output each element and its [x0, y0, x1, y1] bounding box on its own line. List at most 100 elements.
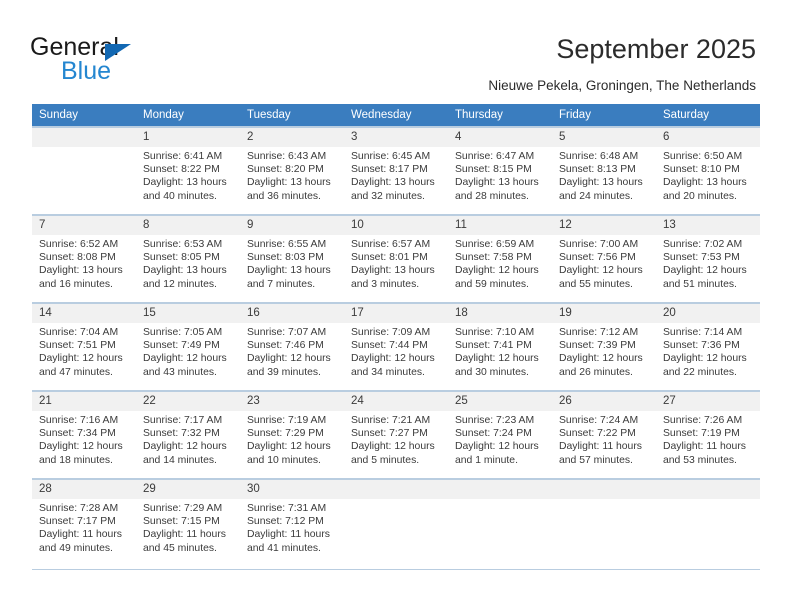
- day-cell-inner: 4 Sunrise: 6:47 AM Sunset: 8:15 PM Daylight…: [448, 127, 552, 214]
- day-cell-inner: 14 Sunrise: 7:04 AM Sunset: 7:51 PM Dayligh…: [32, 303, 136, 390]
- sunset-text: Sunset: 7:22 PM: [559, 428, 636, 440]
- weekday-header-saturday: Saturday: [656, 104, 760, 127]
- day-details: Sunrise: 6:45 AM Sunset: 8:17 PM Daylight:…: [344, 147, 448, 203]
- day-number: 30: [240, 480, 344, 499]
- day-cell-inner: 28 Sunrise: 7:28 AM Sunset: 7:17 PM Dayligh…: [32, 479, 136, 566]
- calendar-day-cell[interactable]: 14 Sunrise: 7:04 AM Sunset: 7:51 PM Dayligh…: [32, 302, 136, 391]
- calendar-day-cell[interactable]: 25 Sunrise: 7:23 AM Sunset: 7:24 PM Dayligh…: [448, 390, 552, 479]
- sunset-text: Sunset: 8:03 PM: [247, 252, 324, 264]
- day-cell-inner: 17 Sunrise: 7:09 AM Sunset: 7:44 PM Dayligh…: [344, 303, 448, 390]
- sunset-text: Sunset: 7:19 PM: [663, 428, 740, 440]
- page-subtitle: Nieuwe Pekela, Groningen, The Netherland…: [488, 78, 756, 93]
- calendar-day-cell[interactable]: 27 Sunrise: 7:26 AM Sunset: 7:19 PM Dayligh…: [656, 390, 760, 479]
- page-title: September 2025: [556, 34, 756, 64]
- sunrise-text: Sunrise: 7:24 AM: [559, 415, 639, 426]
- calendar-day-cell[interactable]: 9 Sunrise: 6:55 AM Sunset: 8:03 PM Daylight…: [240, 214, 344, 303]
- general-blue-logo[interactable]: General Blue: [30, 34, 220, 86]
- calendar-day-cell[interactable]: 28 Sunrise: 7:28 AM Sunset: 7:17 PM Dayligh…: [32, 478, 136, 566]
- calendar-day-cell[interactable]: 30 Sunrise: 7:31 AM Sunset: 7:12 PM Dayligh…: [240, 478, 344, 566]
- calendar-day-cell[interactable]: 19 Sunrise: 7:12 AM Sunset: 7:39 PM Dayligh…: [552, 302, 656, 391]
- day-details: Sunrise: 6:43 AM Sunset: 8:20 PM Daylight:…: [240, 147, 344, 203]
- sunrise-text: Sunrise: 7:09 AM: [351, 327, 431, 338]
- day-details: Sunrise: 7:09 AM Sunset: 7:44 PM Daylight:…: [344, 323, 448, 379]
- calendar-body: 1 Sunrise: 6:41 AM Sunset: 8:22 PM Daylight…: [32, 126, 760, 566]
- calendar-week-row: 7 Sunrise: 6:52 AM Sunset: 8:08 PM Daylight…: [32, 214, 760, 303]
- sunset-text: Sunset: 7:56 PM: [559, 252, 636, 264]
- sunrise-text: Sunrise: 7:00 AM: [559, 239, 639, 250]
- calendar-day-cell[interactable]: 1 Sunrise: 6:41 AM Sunset: 8:22 PM Daylight…: [136, 126, 240, 215]
- sunrise-text: Sunrise: 6:45 AM: [351, 151, 431, 162]
- day-cell-inner: 18 Sunrise: 7:10 AM Sunset: 7:41 PM Dayligh…: [448, 303, 552, 390]
- day-details: Sunrise: 7:16 AM Sunset: 7:34 PM Daylight:…: [32, 411, 136, 467]
- day-cell-inner: [552, 479, 656, 566]
- calendar-day-cell[interactable]: 15 Sunrise: 7:05 AM Sunset: 7:49 PM Dayligh…: [136, 302, 240, 391]
- calendar-day-cell[interactable]: 13 Sunrise: 7:02 AM Sunset: 7:53 PM Dayligh…: [656, 214, 760, 303]
- sunrise-text: Sunrise: 7:14 AM: [663, 327, 743, 338]
- day-details: Sunrise: 7:24 AM Sunset: 7:22 PM Daylight:…: [552, 411, 656, 467]
- sunset-text: Sunset: 8:10 PM: [663, 164, 740, 176]
- day-cell-inner: 9 Sunrise: 6:55 AM Sunset: 8:03 PM Daylight…: [240, 215, 344, 302]
- day-number: 20: [656, 304, 760, 323]
- calendar-day-cell[interactable]: 29 Sunrise: 7:29 AM Sunset: 7:15 PM Dayligh…: [136, 478, 240, 566]
- daylight-text: Daylight: 13 hours and 24 minutes.: [559, 177, 643, 202]
- calendar-day-cell[interactable]: 6 Sunrise: 6:50 AM Sunset: 8:10 PM Daylight…: [656, 126, 760, 215]
- day-number: 13: [656, 216, 760, 235]
- calendar-day-cell[interactable]: 5 Sunrise: 6:48 AM Sunset: 8:13 PM Daylight…: [552, 126, 656, 215]
- sunrise-sunset-calendar: Sunday Monday Tuesday Wednesday Thursday…: [32, 104, 760, 566]
- calendar-day-cell[interactable]: 16 Sunrise: 7:07 AM Sunset: 7:46 PM Dayligh…: [240, 302, 344, 391]
- daylight-text: Daylight: 13 hours and 36 minutes.: [247, 177, 331, 202]
- sunrise-text: Sunrise: 7:16 AM: [39, 415, 119, 426]
- day-details: Sunrise: 6:48 AM Sunset: 8:13 PM Daylight:…: [552, 147, 656, 203]
- day-details: Sunrise: 6:57 AM Sunset: 8:01 PM Daylight:…: [344, 235, 448, 291]
- sunset-text: Sunset: 8:13 PM: [559, 164, 636, 176]
- day-cell-inner: 15 Sunrise: 7:05 AM Sunset: 7:49 PM Dayligh…: [136, 303, 240, 390]
- sunset-text: Sunset: 7:46 PM: [247, 340, 324, 352]
- sunset-text: Sunset: 7:32 PM: [143, 428, 220, 440]
- daylight-text: Daylight: 12 hours and 34 minutes.: [351, 353, 435, 378]
- calendar-day-cell[interactable]: 8 Sunrise: 6:53 AM Sunset: 8:05 PM Daylight…: [136, 214, 240, 303]
- calendar-day-cell[interactable]: 11 Sunrise: 6:59 AM Sunset: 7:58 PM Dayligh…: [448, 214, 552, 303]
- sunrise-text: Sunrise: 6:59 AM: [455, 239, 535, 250]
- calendar-day-cell[interactable]: 7 Sunrise: 6:52 AM Sunset: 8:08 PM Daylight…: [32, 214, 136, 303]
- day-details: Sunrise: 6:59 AM Sunset: 7:58 PM Daylight:…: [448, 235, 552, 291]
- day-number: 25: [448, 392, 552, 411]
- day-number: 18: [448, 304, 552, 323]
- sunset-text: Sunset: 8:22 PM: [143, 164, 220, 176]
- calendar-day-cell[interactable]: 26 Sunrise: 7:24 AM Sunset: 7:22 PM Dayligh…: [552, 390, 656, 479]
- logo-text-blue: Blue: [61, 57, 112, 85]
- sunrise-text: Sunrise: 7:28 AM: [39, 503, 119, 514]
- sunrise-text: Sunrise: 6:52 AM: [39, 239, 119, 250]
- calendar-day-cell[interactable]: 18 Sunrise: 7:10 AM Sunset: 7:41 PM Dayligh…: [448, 302, 552, 391]
- daylight-text: Daylight: 13 hours and 7 minutes.: [247, 265, 331, 290]
- weekday-header-wednesday: Wednesday: [344, 104, 448, 127]
- daylight-text: Daylight: 12 hours and 55 minutes.: [559, 265, 643, 290]
- daylight-text: Daylight: 11 hours and 45 minutes.: [143, 529, 226, 554]
- day-number: 5: [552, 128, 656, 147]
- day-number: 21: [32, 392, 136, 411]
- sunset-text: Sunset: 7:12 PM: [247, 516, 324, 528]
- calendar-day-cell[interactable]: 3 Sunrise: 6:45 AM Sunset: 8:17 PM Daylight…: [344, 126, 448, 215]
- day-number: 15: [136, 304, 240, 323]
- calendar-day-cell[interactable]: 23 Sunrise: 7:19 AM Sunset: 7:29 PM Dayligh…: [240, 390, 344, 479]
- daylight-text: Daylight: 13 hours and 3 minutes.: [351, 265, 435, 290]
- daylight-text: Daylight: 12 hours and 59 minutes.: [455, 265, 539, 290]
- day-number: 16: [240, 304, 344, 323]
- day-details: Sunrise: 7:21 AM Sunset: 7:27 PM Daylight:…: [344, 411, 448, 467]
- day-number: 29: [136, 480, 240, 499]
- calendar-day-cell[interactable]: 22 Sunrise: 7:17 AM Sunset: 7:32 PM Dayligh…: [136, 390, 240, 479]
- calendar-day-cell[interactable]: 17 Sunrise: 7:09 AM Sunset: 7:44 PM Dayligh…: [344, 302, 448, 391]
- day-cell-inner: 2 Sunrise: 6:43 AM Sunset: 8:20 PM Daylight…: [240, 127, 344, 214]
- calendar-day-cell[interactable]: 21 Sunrise: 7:16 AM Sunset: 7:34 PM Dayligh…: [32, 390, 136, 479]
- sunset-text: Sunset: 7:36 PM: [663, 340, 740, 352]
- day-cell-inner: 21 Sunrise: 7:16 AM Sunset: 7:34 PM Dayligh…: [32, 391, 136, 478]
- calendar-day-cell[interactable]: 24 Sunrise: 7:21 AM Sunset: 7:27 PM Dayligh…: [344, 390, 448, 479]
- calendar-day-cell[interactable]: 2 Sunrise: 6:43 AM Sunset: 8:20 PM Daylight…: [240, 126, 344, 215]
- sunrise-text: Sunrise: 6:47 AM: [455, 151, 535, 162]
- calendar-day-cell[interactable]: 20 Sunrise: 7:14 AM Sunset: 7:36 PM Dayligh…: [656, 302, 760, 391]
- daylight-text: Daylight: 12 hours and 22 minutes.: [663, 353, 747, 378]
- calendar-day-cell[interactable]: 4 Sunrise: 6:47 AM Sunset: 8:15 PM Daylight…: [448, 126, 552, 215]
- day-number: 2: [240, 128, 344, 147]
- calendar-day-cell[interactable]: 12 Sunrise: 7:00 AM Sunset: 7:56 PM Dayligh…: [552, 214, 656, 303]
- day-cell-inner: [32, 127, 136, 214]
- calendar-day-cell[interactable]: 10 Sunrise: 6:57 AM Sunset: 8:01 PM Dayligh…: [344, 214, 448, 303]
